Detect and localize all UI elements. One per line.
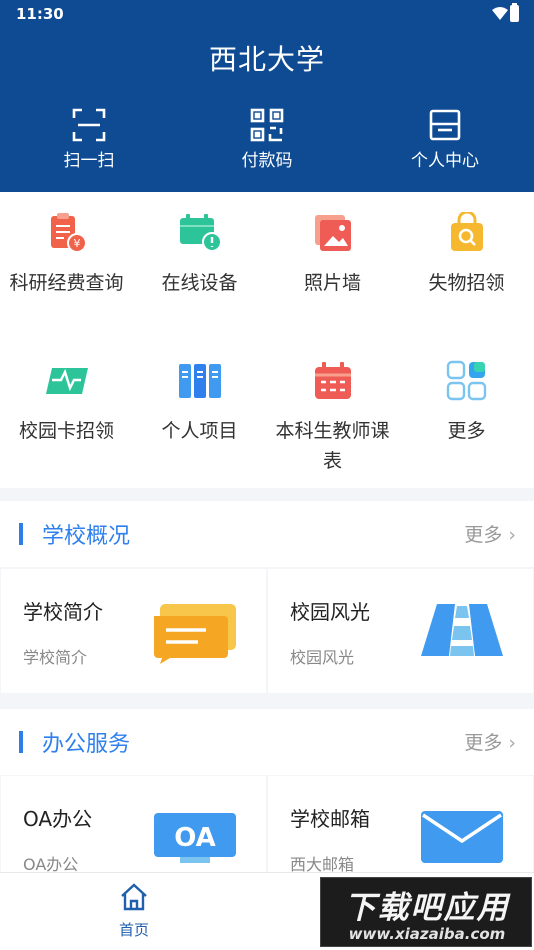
photo-wall-icon	[314, 215, 351, 251]
more-label: 更多	[464, 732, 503, 754]
more-apps-icon	[446, 360, 486, 401]
grid-label: 失物招领	[428, 272, 505, 294]
overview-cards: 学校简介 学校简介 校园风光 校园风光	[0, 569, 534, 693]
payment-code-button[interactable]: 付款码	[192, 108, 342, 171]
qr-code-icon	[250, 108, 284, 142]
home-icon	[121, 883, 147, 911]
grid-label: 个人项目	[161, 420, 238, 442]
grid-label: 在线设备	[161, 272, 238, 294]
section-accent-bar	[19, 731, 23, 753]
watermark-url: www.xiazaiba.com	[348, 925, 506, 943]
campus-card-icon	[45, 368, 88, 394]
card-title: OA办公	[23, 807, 93, 831]
payment-code-label: 付款码	[241, 151, 293, 171]
wifi-icon	[492, 7, 508, 20]
card-subtitle: 学校简介	[23, 648, 88, 667]
research-funds-icon: ¥	[50, 213, 87, 253]
grid-label: 校园卡招领	[18, 420, 114, 442]
tab-home[interactable]: 首页	[84, 881, 184, 940]
grid-label: 照片墙	[303, 272, 361, 294]
card-school-intro[interactable]: 学校简介 学校简介	[1, 569, 266, 693]
section-header-overview: 学校概况 更多 ›	[0, 501, 534, 567]
grid-label: 科研经费查询	[9, 272, 124, 294]
chevron-right-icon: ›	[508, 732, 516, 754]
watermark-logo: 下载吧应用 www.xiazaiba.com	[320, 877, 532, 947]
grid-label: 本科生教师课表	[275, 420, 390, 472]
chevron-right-icon: ›	[508, 524, 516, 546]
header: 11:30 西北大学 扫一扫 付款码 个人中心	[0, 0, 534, 192]
grid-item-personal-project[interactable]: 个人项目	[133, 360, 266, 446]
online-device-icon	[179, 214, 222, 252]
grid-item-research-funds[interactable]: ¥ 科研经费查询	[0, 212, 133, 298]
tab-home-label: 首页	[118, 921, 149, 939]
grid-item-more[interactable]: 更多	[400, 360, 533, 446]
chat-bubbles-icon	[154, 604, 236, 664]
grid-item-campus-card[interactable]: 校园卡招领	[0, 360, 133, 446]
card-title: 校园风光	[290, 600, 370, 624]
status-time: 11:30	[16, 5, 64, 23]
grid-item-lost-found[interactable]: 失物招领	[400, 212, 533, 298]
mail-icon	[421, 811, 503, 863]
battery-icon	[510, 3, 519, 22]
section-more-link[interactable]: 更多 ›	[464, 728, 516, 755]
scan-button[interactable]: 扫一扫	[14, 108, 164, 171]
road-icon	[421, 604, 503, 656]
card-subtitle: 校园风光	[290, 648, 355, 667]
card-title: 学校简介	[23, 600, 103, 624]
grid-item-timetable[interactable]: 本科生教师课表	[266, 360, 399, 476]
scan-icon	[72, 108, 106, 142]
app-grid: ¥ 科研经费查询 在线设备 照片墙 失物招领 校园卡招领 个人项目 本科生教师课…	[0, 192, 534, 488]
oa-icon-text: OA	[174, 823, 216, 853]
scan-label: 扫一扫	[63, 151, 115, 171]
timetable-icon	[314, 362, 351, 399]
page-title: 西北大学	[208, 43, 325, 76]
section-more-link[interactable]: 更多 ›	[464, 520, 516, 547]
app-screen: 11:30 西北大学 扫一扫 付款码 个人中心 ¥ 科研经费查询 在线设备 照片…	[0, 0, 534, 950]
personal-center-label: 个人中心	[411, 151, 479, 171]
svg-text:¥: ¥	[73, 237, 80, 250]
section-header-office: 办公服务 更多 ›	[0, 709, 534, 775]
watermark-title: 下载吧应用	[344, 890, 510, 926]
section-title: 办公服务	[42, 732, 131, 757]
lost-found-bag-icon	[450, 212, 483, 251]
personal-project-icon	[178, 364, 221, 398]
inbox-icon	[429, 109, 461, 141]
grid-label: 更多	[447, 420, 486, 442]
grid-item-online-device[interactable]: 在线设备	[133, 212, 266, 298]
section-accent-bar	[19, 523, 23, 545]
grid-item-photo-wall[interactable]: 照片墙	[266, 212, 399, 298]
section-title: 学校概况	[42, 524, 131, 549]
status-bar: 11:30	[0, 0, 534, 28]
more-label: 更多	[464, 524, 503, 546]
card-campus-scenery[interactable]: 校园风光 校园风光	[268, 569, 533, 693]
card-title: 学校邮箱	[290, 807, 370, 831]
oa-monitor-icon: OA	[154, 813, 236, 863]
personal-center-button[interactable]: 个人中心	[370, 108, 520, 171]
